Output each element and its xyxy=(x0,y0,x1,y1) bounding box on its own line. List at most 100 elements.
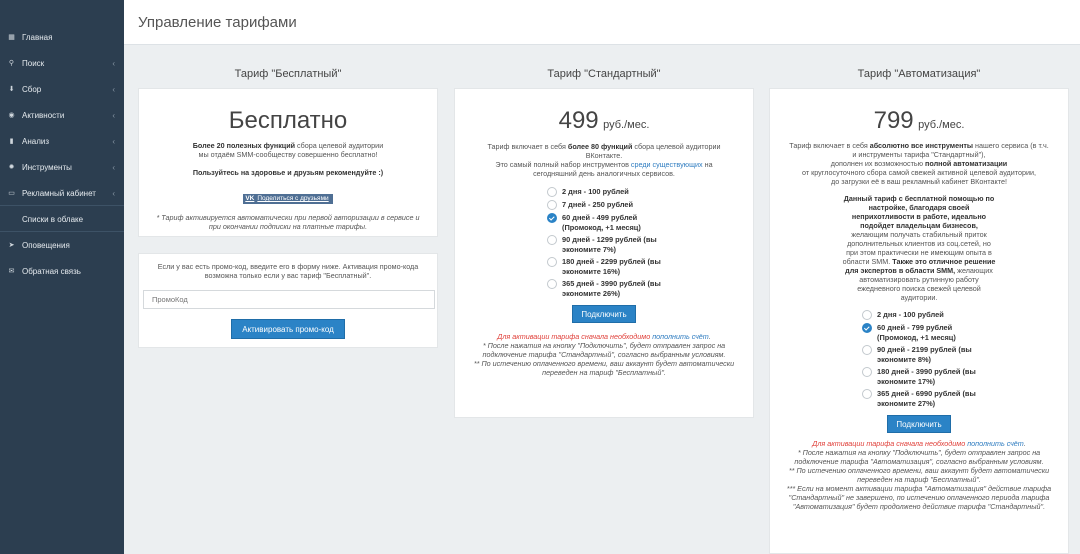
standard-desc-link[interactable]: среди существующих xyxy=(631,160,703,169)
auto-desc-c: дополнен их возможностью xyxy=(830,159,926,168)
grid-icon: ▦ xyxy=(8,34,15,41)
radio-icon[interactable] xyxy=(862,310,872,320)
promo-code-input[interactable] xyxy=(143,290,435,309)
radio-icon[interactable] xyxy=(547,200,557,210)
sidebar-item[interactable]: ✉ Обратная связь xyxy=(0,258,124,284)
radio-icon[interactable] xyxy=(862,367,872,377)
plan-period-option[interactable]: 180 дней - 2299 рублей (вы экономите 16%… xyxy=(547,257,677,276)
plan-period-label: 365 дней - 3990 рублей (вы экономите 26%… xyxy=(562,279,661,298)
promo-text: Если у вас есть промо-код, введите его в… xyxy=(157,262,419,280)
chart-icon: ▮ xyxy=(9,138,14,145)
sidebar-item[interactable]: Списки в облаке xyxy=(0,206,124,232)
auto-connect-button[interactable]: Подключить xyxy=(887,415,951,433)
sidebar-item-label: Анализ xyxy=(22,136,50,146)
plan-period-option[interactable]: 2 дня - 100 рублей xyxy=(547,187,677,197)
radio-icon[interactable] xyxy=(547,279,557,289)
auto-topup-link[interactable]: пополнить счёт xyxy=(967,439,1024,448)
chevron-left-icon: ‹ xyxy=(112,84,115,94)
free-desc-1: сбора целевой аудитории xyxy=(295,141,384,150)
sidebar-item[interactable]: ➤ Оповещения xyxy=(0,232,124,258)
standard-note-2: ** По истечению оплаченного времени, ваш… xyxy=(473,359,735,377)
chevron-left-icon: ‹ xyxy=(112,162,115,172)
standard-description: Тариф включает в себя более 80 функций с… xyxy=(473,142,735,178)
monitor-icon: ▭ xyxy=(8,190,15,197)
plan-period-label: 2 дня - 100 рублей xyxy=(562,187,629,196)
radio-checked-icon[interactable] xyxy=(547,213,557,223)
plan-period-label: 180 дней - 2299 рублей (вы экономите 16%… xyxy=(562,257,661,276)
auto-price: 799 xyxy=(873,107,914,134)
sidebar-item-label: Обратная связь xyxy=(22,266,81,276)
auto-options: 2 дня - 100 рублей 60 дней - 799 рублей (… xyxy=(862,310,992,408)
plan-period-option[interactable]: 90 дней - 2199 рублей (вы экономите 8%) xyxy=(862,345,992,364)
sidebar-item-label: Сбор xyxy=(22,84,42,94)
sidebar-item-label: Поиск xyxy=(22,58,45,68)
auto-audience: Данный тариф с бесплатной помощью по нас… xyxy=(842,194,996,302)
radio-icon[interactable] xyxy=(547,257,557,267)
sidebar-item[interactable]: ⚲ Поиск ‹ xyxy=(0,50,124,76)
sidebar-item-label: Главная xyxy=(22,32,53,42)
sidebar-item[interactable]: ▭ Рекламный кабинет ‹ xyxy=(0,180,124,206)
plan-period-option[interactable]: 2 дня - 100 рублей xyxy=(862,310,992,320)
plan-period-option[interactable]: 90 дней - 1299 рублей (вы экономите 7%) xyxy=(547,235,677,254)
send-icon: ➤ xyxy=(8,242,15,249)
radio-checked-icon[interactable] xyxy=(862,323,872,333)
chevron-left-icon: ‹ xyxy=(112,188,115,198)
auto-notes: Для активации тарифа сначала необходимо … xyxy=(782,439,1056,511)
standard-options: 2 дня - 100 рублей 7 дней - 250 рублей 60 … xyxy=(547,187,677,298)
plan-period-option[interactable]: 60 дней - 799 рублей (Промокод, +1 месяц… xyxy=(862,323,992,342)
auto-desc-bold2: полной автоматизации xyxy=(925,159,1008,168)
radio-icon[interactable] xyxy=(547,235,557,245)
plan-period-label: 2 дня - 100 рублей xyxy=(877,310,944,319)
plan-period-label: 180 дней - 3990 рублей (вы экономите 17%… xyxy=(877,367,976,386)
auto-desc-e: до загрузки её в ваш рекламный кабинет В… xyxy=(831,177,1007,186)
vk-icon: VK xyxy=(245,195,255,202)
plan-period-label: 7 дней - 250 рублей xyxy=(562,200,634,209)
chevron-left-icon: ‹ xyxy=(112,110,115,120)
standard-notes: Для активации тарифа сначала необходимо … xyxy=(467,332,741,377)
standard-warning-dot: . xyxy=(708,332,711,341)
auto-unit: руб./мес. xyxy=(918,119,965,131)
sidebar-item[interactable]: ▦ Главная xyxy=(0,24,124,50)
sidebar-item-label: Рекламный кабинет xyxy=(22,188,96,198)
plan-period-label: 60 дней - 799 рублей (Промокод, +1 месяц… xyxy=(877,323,956,342)
plan-period-label: 90 дней - 2199 рублей (вы экономите 8%) xyxy=(877,345,972,364)
auto-warning: Для активации тарифа сначала необходимо xyxy=(812,439,966,448)
plan-period-option[interactable]: 60 дней - 499 рублей (Промокод, +1 месяц… xyxy=(547,213,677,232)
sidebar-item-label: Активности xyxy=(22,110,65,120)
auto-note-3: *** Если на момент активации тарифа "Авт… xyxy=(786,484,1052,511)
plan-period-option[interactable]: 7 дней - 250 рублей xyxy=(547,200,677,210)
free-desc-2: мы отдаём SMM-сообществу совершенно бесп… xyxy=(198,150,378,159)
plan-period-label: 365 дней - 6990 рублей (вы экономите 27%… xyxy=(877,389,976,408)
radio-icon[interactable] xyxy=(547,187,557,197)
main-area: Управление тарифами Тариф "Бесплатный" Т… xyxy=(124,0,1080,554)
standard-topup-link[interactable]: пополнить счёт xyxy=(652,332,709,341)
standard-plan-title: Тариф "Стандартный" xyxy=(547,68,661,80)
standard-connect-button[interactable]: Подключить xyxy=(572,305,636,323)
sidebar-item[interactable]: ◉ Активности ‹ xyxy=(0,102,124,128)
gear-icon: ✹ xyxy=(8,164,15,171)
standard-price: 499 xyxy=(558,107,599,134)
sidebar-item[interactable]: ▮ Анализ ‹ xyxy=(0,128,124,154)
radio-icon[interactable] xyxy=(862,389,872,399)
sidebar-item[interactable]: ⬇ Сбор ‹ xyxy=(0,76,124,102)
page-title: Управление тарифами xyxy=(138,13,297,31)
chevron-left-icon: ‹ xyxy=(112,136,115,146)
plan-period-option[interactable]: 180 дней - 3990 рублей (вы экономите 17%… xyxy=(862,367,992,386)
activate-promo-button[interactable]: Активировать промо-код xyxy=(231,319,345,339)
standard-warning: Для активации тарифа сначала необходимо xyxy=(497,332,651,341)
free-note: * Тариф активируется автоматически при п… xyxy=(156,213,420,231)
radio-icon[interactable] xyxy=(862,345,872,355)
plan-period-option[interactable]: 365 дней - 6990 рублей (вы экономите 27%… xyxy=(862,389,992,408)
standard-desc-c: Это самый полный набор инструментов xyxy=(495,160,631,169)
auto-plan-card: 799 руб./мес. Тариф включает в себя абсо… xyxy=(769,88,1069,554)
free-desc-bold: Более 20 полезных функций xyxy=(192,141,296,150)
vk-share-button[interactable]: VK Поделиться с друзьями xyxy=(243,193,333,204)
standard-plan-card: 499 руб./мес. Тариф включает в себя боле… xyxy=(454,88,754,418)
auto-description: Тариф включает в себя абсолютно все инст… xyxy=(788,141,1050,186)
standard-unit: руб./мес. xyxy=(603,119,650,131)
sidebar-item[interactable]: ✹ Инструменты ‹ xyxy=(0,154,124,180)
auto-note-1: * После нажатия на кнопку "Подключить", … xyxy=(794,448,1044,466)
plan-period-option[interactable]: 365 дней - 3990 рублей (вы экономите 26%… xyxy=(547,279,677,298)
standard-desc-a: Тариф включает в себя xyxy=(487,142,568,151)
auto-desc-d: от круглосуточного сбора самой свежей ак… xyxy=(801,168,1036,177)
